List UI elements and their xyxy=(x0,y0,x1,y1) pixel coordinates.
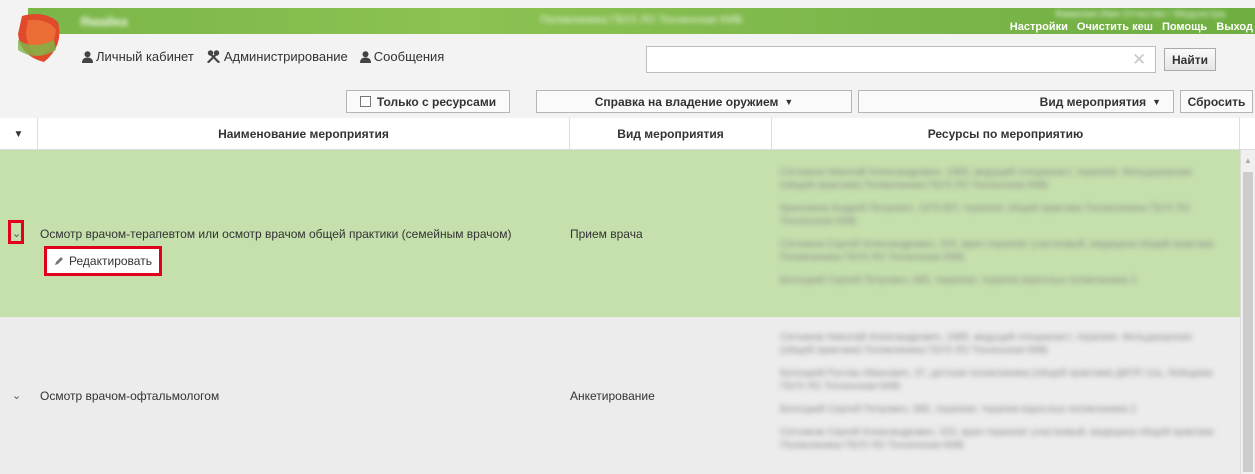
resource-item: Красников Андрей Петрович, 1970 ВП, тера… xyxy=(780,203,1190,227)
resource-item: Белоцкий Сергей Петрович, 085, терапевт,… xyxy=(780,404,1137,415)
scroll-thumb[interactable] xyxy=(1243,172,1253,472)
resource-item: Белоцкий Руслан Иванович, 37, детская по… xyxy=(780,368,1213,392)
nav-personal-cabinet-label: Личный кабинет xyxy=(96,49,194,64)
resources-only-label: Только с ресурсами xyxy=(376,94,497,109)
nav-administration[interactable]: Администрирование xyxy=(206,49,348,64)
help-link[interactable]: Помощь xyxy=(1162,21,1207,33)
caret-down-icon: ▼ xyxy=(784,96,794,107)
clear-cache-link[interactable]: Очистить кеш xyxy=(1077,21,1153,33)
event-type-dropdown[interactable]: Вид мероприятия ▼ xyxy=(858,90,1174,113)
user-icon xyxy=(359,50,371,63)
organization-blurred: Поликлиника ГБУЗ ЛО Тосненская КМБ xyxy=(540,14,743,26)
event-name: Осмотр врачом-офтальмологом xyxy=(40,388,220,403)
edit-button-label: Редактировать xyxy=(69,254,152,268)
caret-down-icon: ▼ xyxy=(1152,96,1161,107)
resource-item: Ситников Сергей Александрович, 315, врач… xyxy=(780,239,1214,263)
row-expander-chevron-icon[interactable]: ⌄ xyxy=(12,317,21,474)
nav-personal-cabinet[interactable]: Личный кабинет xyxy=(82,49,194,64)
user-info-blurred: Фамилия Имя Отчество / Медсестра xyxy=(1054,9,1225,20)
app-logo-icon xyxy=(18,14,60,62)
row-expander-chevron-icon[interactable]: ⌄ xyxy=(12,150,21,317)
resource-item: Ситников Николай Александрович, 1985, ве… xyxy=(780,332,1192,356)
header-links: Настройки Очистить кеш Помощь Выход xyxy=(1004,21,1253,33)
reset-button[interactable]: Сбросить xyxy=(1180,90,1253,113)
column-header-resources[interactable]: Ресурсы по мероприятию xyxy=(772,118,1240,150)
pencil-icon xyxy=(55,257,64,265)
certificate-dropdown[interactable]: Справка на владение оружием ▼ xyxy=(536,90,852,113)
logout-link[interactable]: Выход xyxy=(1216,21,1253,33)
tools-icon xyxy=(206,50,220,63)
nav-messages-label: Сообщения xyxy=(373,49,445,64)
main-nav: Личный кабинет Администрирование Сообщен… xyxy=(82,49,444,64)
brand-name-blurred: Ямайка xyxy=(80,14,128,29)
event-name: Осмотр врачом-терапевтом или осмотр врач… xyxy=(40,226,512,241)
app-header: Ямайка Поликлиника ГБУЗ ЛО Тосненская КМ… xyxy=(0,0,1255,82)
reset-button-label: Сбросить xyxy=(1187,94,1246,109)
scroll-up-arrow-icon[interactable]: ▲ xyxy=(1244,156,1252,165)
clear-search-icon[interactable]: ✕ xyxy=(1132,51,1146,68)
resource-item: Белоцкий Сергей Петрович, 085, терапевт,… xyxy=(780,275,1137,286)
user-icon xyxy=(82,50,93,63)
event-type: Прием врача xyxy=(570,226,643,241)
nav-messages[interactable]: Сообщения xyxy=(359,49,445,64)
column-header-type[interactable]: Вид мероприятия xyxy=(570,118,772,150)
table-scrollbar[interactable]: ▲ xyxy=(1240,150,1255,474)
event-type: Анкетирование xyxy=(570,388,655,403)
find-button[interactable]: Найти xyxy=(1164,48,1216,71)
event-type-dropdown-label: Вид мероприятия xyxy=(1039,94,1147,109)
edit-button[interactable]: Редактировать xyxy=(44,246,162,276)
column-header-name[interactable]: Наименование мероприятия xyxy=(38,118,570,150)
resources-only-checkbox[interactable]: Только с ресурсами xyxy=(346,90,510,113)
table-row[interactable]: ⌄ Осмотр врачом-офтальмологом Анкетирова… xyxy=(0,317,1240,474)
event-resources-blurred: Ситников Николай Александрович, 1985, ве… xyxy=(780,331,1220,462)
settings-link[interactable]: Настройки xyxy=(1010,21,1068,33)
table-row[interactable]: ⌄ Осмотр врачом-терапевтом или осмотр вр… xyxy=(0,150,1240,317)
checkbox-icon xyxy=(359,96,371,107)
nav-administration-label: Администрирование xyxy=(223,49,348,64)
expand-all-chevron-icon[interactable]: ▼ xyxy=(0,118,38,150)
table-header: ▼ Наименование мероприятия Вид мероприят… xyxy=(0,118,1255,150)
search-input[interactable] xyxy=(646,46,1156,73)
certificate-dropdown-label: Справка на владение оружием xyxy=(594,94,779,109)
resource-item: Ситников Сергей Александрович, 315, врач… xyxy=(780,427,1214,451)
filter-bar: Только с ресурсами Справка на владение о… xyxy=(0,82,1255,118)
event-resources-blurred: Ситников Николай Александрович, 1985, ве… xyxy=(780,166,1220,297)
resource-item: Ситников Николай Александрович, 1985, ве… xyxy=(780,167,1192,191)
